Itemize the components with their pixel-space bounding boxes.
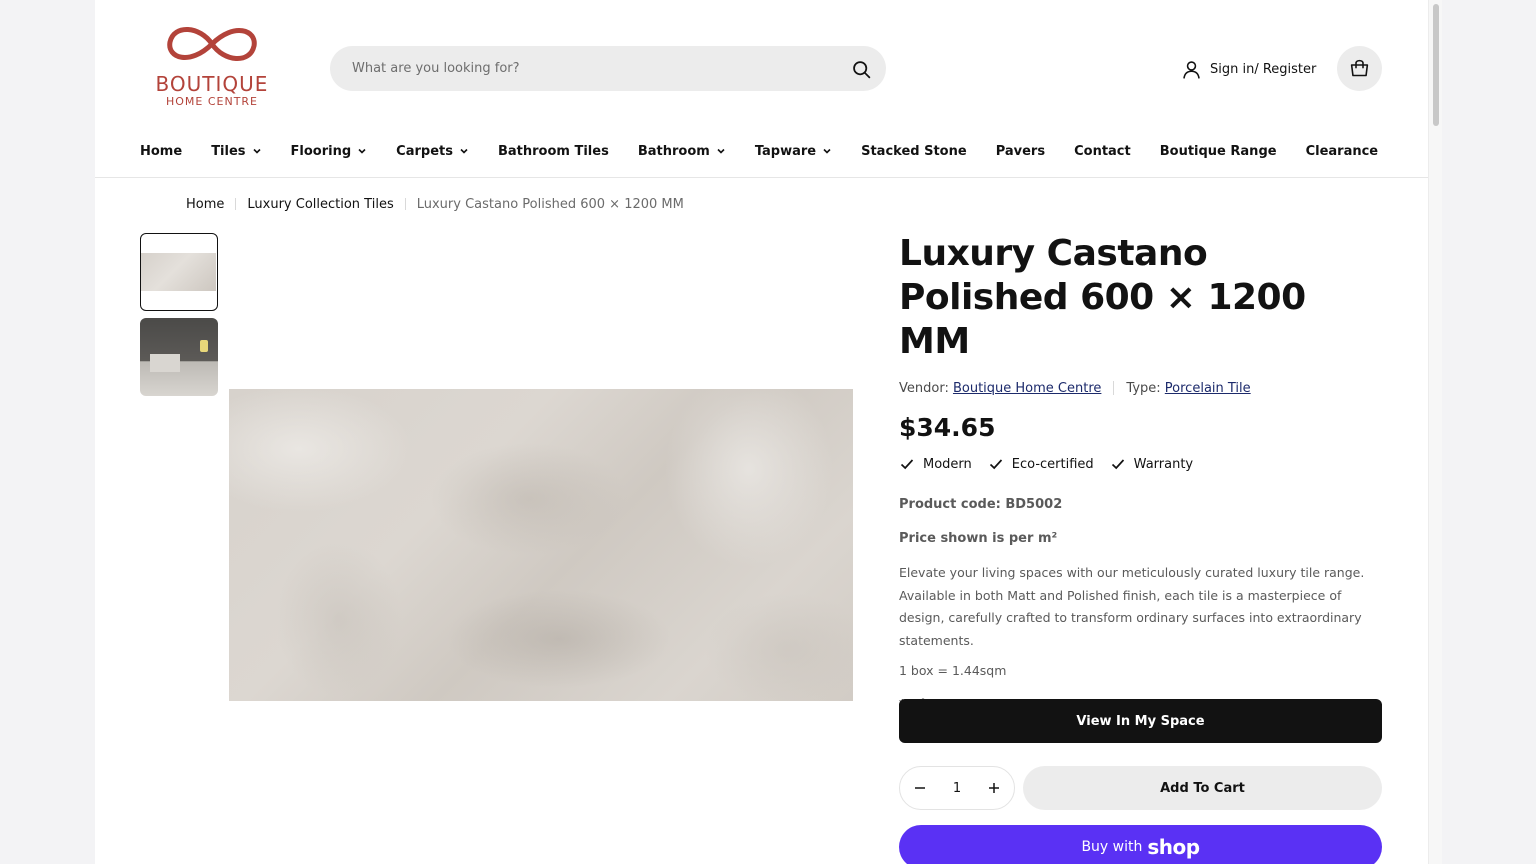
cart-button[interactable] <box>1337 46 1382 91</box>
chevron-down-icon <box>717 148 725 154</box>
quantity-increase-button[interactable] <box>986 780 1002 796</box>
nav-item-bathroom-tiles[interactable]: Bathroom Tiles <box>498 144 609 159</box>
search-input[interactable] <box>352 46 832 91</box>
nav-item-stacked-stone[interactable]: Stacked Stone <box>861 144 967 159</box>
brand-name: BOUTIQUE <box>155 72 269 96</box>
gallery-thumbnail-room[interactable] <box>140 318 218 396</box>
shopping-bag-icon <box>1350 59 1369 77</box>
feature-warranty: Warranty <box>1110 456 1193 472</box>
nav-item-pavers[interactable]: Pavers <box>996 144 1045 159</box>
plus-icon <box>989 783 999 793</box>
breadcrumb: Home Luxury Collection Tiles Luxury Cast… <box>186 193 684 215</box>
nav-item-flooring[interactable]: Flooring <box>291 144 368 159</box>
vendor-link[interactable]: Boutique Home Centre <box>953 381 1101 396</box>
meta-separator <box>1113 381 1115 395</box>
type-link[interactable]: Porcelain Tile <box>1165 381 1251 396</box>
product-main-image[interactable] <box>229 389 853 701</box>
quantity-decrease-button[interactable] <box>912 780 928 796</box>
search-icon <box>852 60 870 78</box>
breadcrumb-separator <box>235 198 237 210</box>
sign-in-label: Sign in/ Register <box>1210 61 1317 77</box>
gallery-thumbnail-tile[interactable] <box>140 233 218 311</box>
tile-swatch-image <box>141 253 216 291</box>
feature-modern: Modern <box>899 456 972 472</box>
type-label: Type: <box>1126 380 1161 396</box>
buy-with-label: Buy with <box>1081 839 1143 855</box>
price-note: Price shown is per m² <box>899 531 1058 546</box>
nav-item-tapware[interactable]: Tapware <box>755 144 832 159</box>
shop-pay-logo: shop <box>1147 835 1200 859</box>
add-to-cart-button[interactable]: Add To Cart <box>1023 766 1382 810</box>
room-scene-image <box>150 354 180 372</box>
nav-item-contact[interactable]: Contact <box>1074 144 1131 159</box>
view-in-my-space-button[interactable]: View In My Space <box>899 699 1382 743</box>
chevron-down-icon <box>460 148 468 154</box>
chevron-down-icon <box>252 148 261 154</box>
scrollbar[interactable] <box>1428 0 1442 864</box>
main-nav: Home Tiles Flooring Carpets Bathroom Til… <box>140 138 1378 164</box>
breadcrumb-collection[interactable]: Luxury Collection Tiles <box>247 197 393 212</box>
product-features: Modern Eco-certified Warranty <box>899 454 1382 474</box>
quantity-stepper <box>899 766 1015 810</box>
feature-eco-certified: Eco-certified <box>988 456 1094 472</box>
check-icon <box>1111 459 1124 470</box>
chevron-down-icon <box>358 148 366 154</box>
breadcrumb-home[interactable]: Home <box>186 197 224 212</box>
nav-item-boutique-range[interactable]: Boutique Range <box>1160 144 1277 159</box>
page: BOUTIQUE HOME CENTRE Sign in/ Register H… <box>95 0 1428 864</box>
check-icon <box>989 459 1002 470</box>
infinity-logo-icon <box>167 27 257 61</box>
brand-logo[interactable]: BOUTIQUE HOME CENTRE <box>140 18 284 118</box>
product-description: Elevate your living spaces with our meti… <box>899 565 1365 648</box>
product-info: Luxury Castano Polished 600 × 1200 MM Ve… <box>899 232 1382 713</box>
quantity-input[interactable] <box>942 780 972 796</box>
brand-tagline: HOME CENTRE <box>165 95 259 108</box>
minus-icon <box>915 787 925 789</box>
vendor-label: Vendor: <box>899 380 949 396</box>
check-icon <box>900 459 914 470</box>
breadcrumb-separator <box>404 198 406 210</box>
nav-item-carpets[interactable]: Carpets <box>396 144 469 159</box>
product-code: Product code: BD5002 <box>899 497 1063 512</box>
product-price: $34.65 <box>899 413 996 442</box>
room-lamp-image <box>200 340 208 352</box>
product-meta: Vendor: Boutique Home Centre Type: Porce… <box>899 379 1382 397</box>
nav-item-clearance[interactable]: Clearance <box>1306 144 1379 159</box>
search-bar <box>330 46 886 91</box>
buy-with-shop-button[interactable]: Buy with shop <box>899 825 1382 864</box>
breadcrumb-current: Luxury Castano Polished 600 × 1200 MM <box>416 196 684 212</box>
nav-item-tiles[interactable]: Tiles <box>211 144 261 159</box>
nav-item-bathroom[interactable]: Bathroom <box>638 144 726 159</box>
box-coverage: 1 box = 1.44sqm <box>899 663 1007 678</box>
chevron-down-icon <box>823 148 831 154</box>
sign-in-link[interactable]: Sign in/ Register <box>1181 57 1316 81</box>
nav-divider <box>95 177 1428 178</box>
user-icon <box>1183 60 1200 79</box>
scrollbar-thumb[interactable] <box>1433 4 1439 126</box>
nav-item-home[interactable]: Home <box>140 144 182 159</box>
product-title: Luxury Castano Polished 600 × 1200 MM <box>899 233 1306 362</box>
search-button[interactable] <box>848 56 874 82</box>
